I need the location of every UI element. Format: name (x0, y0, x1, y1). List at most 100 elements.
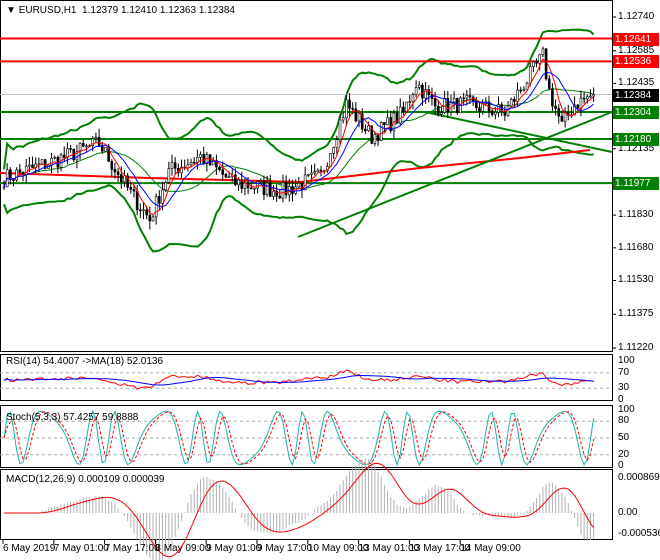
candle-body (268, 182, 272, 197)
stoch-tick-label: 50 (618, 432, 630, 443)
price-tick-label: 1.11220 (618, 341, 654, 353)
candle-body (440, 112, 443, 115)
candle-body (513, 98, 516, 102)
time-label: 7 May 17:00 (104, 543, 160, 554)
candle-body (433, 98, 437, 107)
candle-body (516, 89, 519, 102)
ma200-line (0, 149, 591, 184)
candle-body (411, 94, 415, 102)
candle-body (560, 115, 564, 122)
candle-body (589, 95, 592, 98)
candle-body (170, 162, 174, 170)
price-tag-1.12304: 1.12304 (613, 105, 659, 119)
candle-body (421, 84, 424, 99)
candle-body (383, 122, 386, 126)
candle-body (123, 175, 126, 183)
candle-body (579, 97, 583, 109)
candle-body (544, 48, 548, 80)
candle-body (186, 164, 190, 169)
candle-body (148, 214, 152, 222)
candle-body (154, 196, 158, 218)
candle-body (62, 154, 66, 158)
candle-body (265, 182, 269, 196)
candle-body (2, 186, 6, 189)
candle-body (522, 89, 526, 92)
price-tick-label: 1.11680 (618, 241, 654, 253)
candle-body (405, 101, 408, 112)
candle-body (509, 98, 513, 107)
candle-body (341, 117, 345, 121)
time-label: 14 May 09:00 (460, 543, 521, 554)
candle-body (15, 169, 18, 181)
candle-body (554, 105, 557, 109)
candle-body (538, 54, 542, 64)
candle-body (145, 209, 148, 216)
candle-body (563, 112, 567, 122)
candle-body (113, 169, 117, 173)
dropdown-icon[interactable]: ▼ (6, 5, 16, 16)
candle-body (173, 162, 177, 169)
candle-body (519, 89, 523, 92)
candle-body (129, 187, 133, 190)
stoch-tick-label: 80 (618, 415, 630, 427)
candle-body (351, 108, 355, 110)
candle-body (364, 128, 367, 132)
price-tag-1.12641: 1.12641 (613, 32, 659, 46)
candle-body (408, 101, 412, 103)
candle-body (338, 119, 342, 141)
stoch-tick-label: 0 (618, 460, 624, 471)
candle-body (199, 154, 202, 158)
candle-body (389, 117, 393, 132)
candle-body (357, 113, 361, 122)
candle-body (249, 187, 253, 190)
candle-body (592, 94, 595, 97)
candle-body (224, 174, 228, 178)
candle-body (316, 169, 320, 173)
price-tag-1.12536: 1.12536 (613, 55, 659, 69)
candle-body (227, 176, 231, 178)
candle-body (297, 182, 301, 188)
candle-body (132, 189, 136, 192)
candle-body (582, 97, 586, 100)
candle-body (243, 182, 247, 189)
candle-body (259, 180, 263, 183)
trading-chart[interactable]: ▼ EURUSD,H1 1.12379 1.12410 1.12363 1.12… (0, 0, 660, 560)
candle-body (218, 166, 221, 171)
candle-body (253, 187, 256, 190)
candle-body (135, 190, 139, 211)
trendline-down (424, 111, 613, 153)
candle-body (310, 172, 313, 175)
time-label: 9 May 01:00 (206, 543, 262, 554)
candle-body (66, 148, 69, 158)
candle-body (53, 156, 57, 159)
candle-body (468, 95, 472, 98)
candle-body (192, 161, 196, 164)
price-tag-1.12180: 1.12180 (613, 132, 659, 146)
candle-body (535, 61, 538, 64)
candle-body (196, 157, 199, 163)
price-tick-label: 1.12435 (618, 77, 655, 89)
candle-body (94, 137, 98, 139)
candle-body (142, 209, 145, 212)
rsi-tick-label: 70 (618, 366, 630, 378)
candle-body (436, 106, 440, 115)
candle-body (164, 182, 167, 191)
candle-body (452, 97, 456, 103)
candle-body (256, 181, 259, 189)
candle-body (40, 159, 44, 165)
candle-body (69, 148, 72, 150)
candle-body (462, 97, 465, 100)
candle-body (398, 106, 402, 124)
candle-body (262, 180, 266, 196)
candle-body (547, 78, 551, 89)
price-tick-label: 1.11375 (618, 308, 654, 320)
candle-body (402, 106, 405, 112)
price-tick-label: 1.12585 (618, 44, 655, 56)
candle-body (104, 147, 107, 152)
macd-tick-label: -0.000536 (618, 528, 660, 540)
rsi-tick-label: 100 (618, 355, 635, 366)
stoch-label: Stoch(5,3,3) 57.4257 59.8888 (6, 412, 139, 423)
candle-body (116, 171, 120, 175)
candle-body (417, 84, 421, 88)
candle-body (319, 169, 323, 172)
